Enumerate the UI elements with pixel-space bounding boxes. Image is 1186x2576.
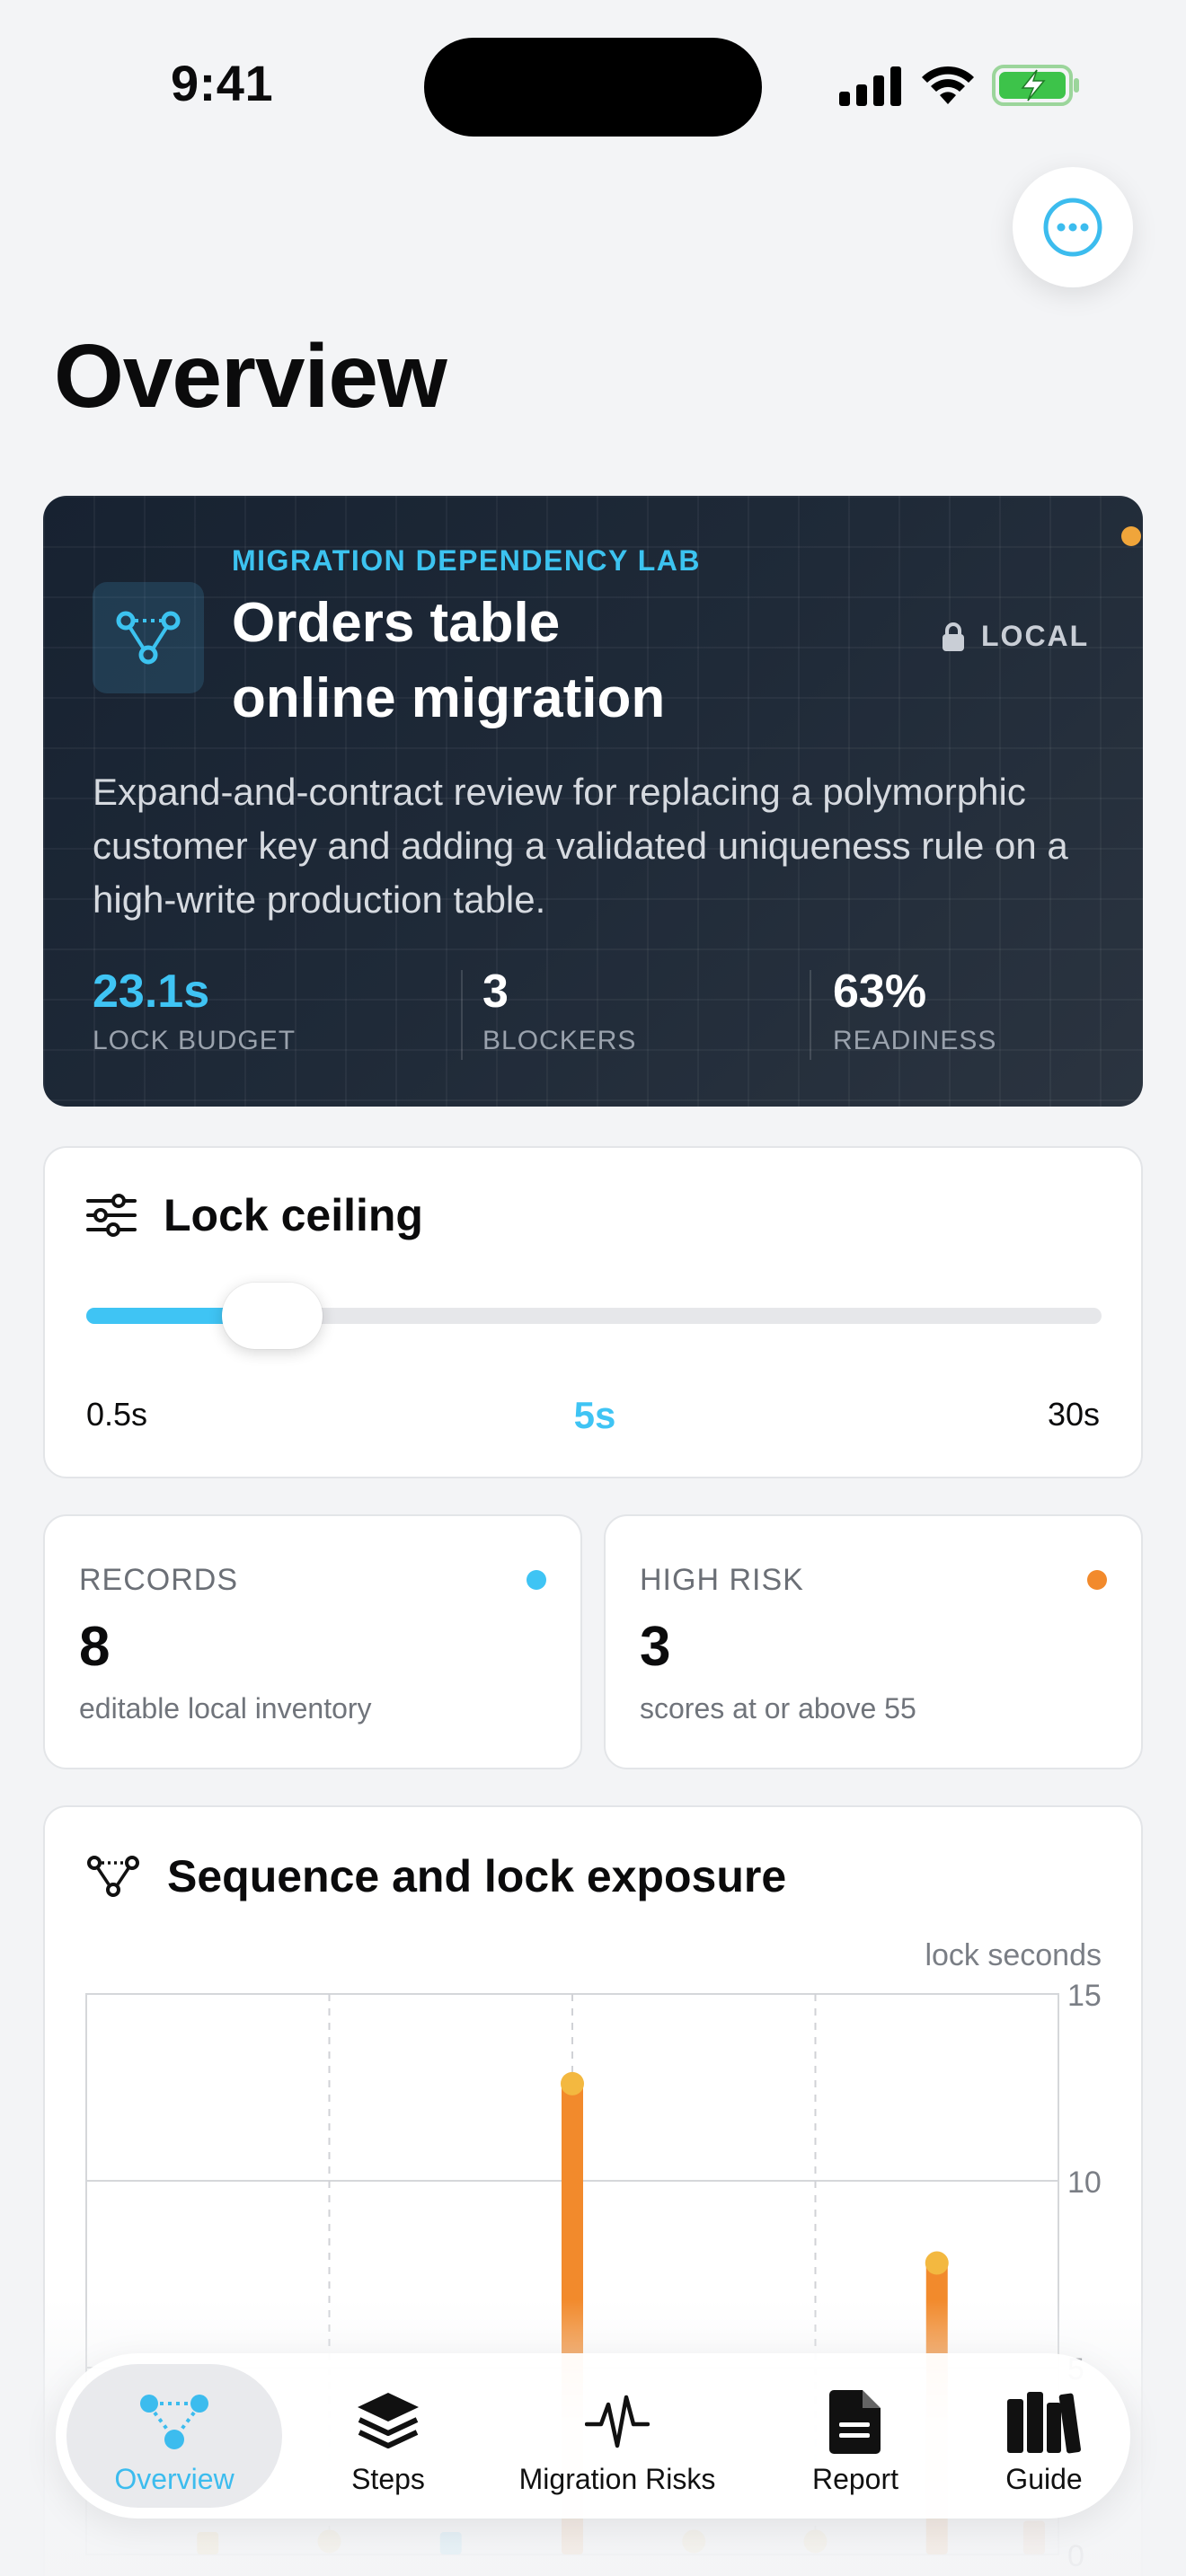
lock-ceiling-header: Lock ceiling	[86, 1189, 423, 1241]
hero-stats: 23.1s LOCK BUDGET 3 BLOCKERS 63% READINE…	[93, 963, 1099, 1062]
hero-description: Expand-and-contract review for replacing…	[93, 771, 1068, 921]
graph-nodes-icon	[140, 2395, 208, 2449]
tab-overview[interactable]: Overview	[66, 2364, 282, 2508]
hero-stat-value: 3	[482, 966, 509, 1018]
hero-status-dot	[1121, 526, 1141, 546]
lock-ceiling-card: Lock ceiling 0.5s 5s 30s	[43, 1146, 1143, 1478]
migration-hero-card: MIGRATION DEPENDENCY LAB Orders table on…	[43, 496, 1143, 1107]
metric-value: 3	[640, 1616, 671, 1678]
hero-stat-readiness: 63% READINESS	[833, 963, 996, 1062]
local-mode-badge: LOCAL	[942, 620, 1089, 653]
chart-y-tick-label: 10	[1067, 2166, 1102, 2200]
more-options-button[interactable]	[1013, 167, 1133, 287]
hero-stat-divider	[461, 970, 463, 1060]
hero-stat-blockers: 3 BLOCKERS	[482, 963, 636, 1062]
status-bar: 9:41	[0, 0, 1186, 162]
status-time: 9:41	[171, 55, 274, 111]
tab-icon-wrap	[354, 2389, 422, 2454]
records-metric-card[interactable]: RECORDS 8 editable local inventory	[43, 1514, 582, 1769]
pulse-icon	[585, 2395, 650, 2448]
tab-steps[interactable]: Steps	[298, 2364, 478, 2508]
hero-title: Orders table online migration	[232, 592, 666, 729]
tab-icon-wrap	[138, 2389, 210, 2454]
tab-icon-wrap	[585, 2389, 650, 2454]
lock-ceiling-title: Lock ceiling	[164, 1190, 423, 1240]
hero-stat-label: BLOCKERS	[482, 1026, 637, 1055]
tab-report[interactable]: Report	[766, 2364, 945, 2508]
hero-icon-tile	[93, 582, 204, 693]
wifi-icon	[922, 66, 974, 104]
hero-eyebrow: MIGRATION DEPENDENCY LAB	[232, 544, 701, 577]
chart-bar-cap	[925, 2251, 949, 2275]
slider-max-label: 30s	[1047, 1396, 1100, 1433]
page-title: Overview	[54, 326, 447, 427]
books-icon	[1007, 2392, 1081, 2454]
metric-indicator-dot	[527, 1570, 546, 1590]
chart-y-tick-label: 15	[1067, 1979, 1102, 2013]
tab-guide[interactable]: Guide	[954, 2364, 1134, 2508]
slider-value-label: 5s	[573, 1394, 616, 1436]
lock-ceiling-slider-thumb[interactable]	[222, 1283, 323, 1349]
tab-label: Report	[811, 2463, 899, 2495]
hero-stat-label: LOCK BUDGET	[93, 1026, 296, 1055]
layers-icon	[358, 2393, 419, 2448]
metric-indicator-dot	[1087, 1570, 1107, 1590]
hero-stat-value: 23.1s	[93, 966, 210, 1018]
tab-icon-wrap	[828, 2389, 882, 2454]
battery-charging-icon	[992, 65, 1079, 106]
local-mode-label: LOCAL	[981, 620, 1090, 652]
ellipsis-circle-icon	[1043, 198, 1102, 257]
metric-label: HIGH RISK	[640, 1563, 804, 1597]
status-icons	[839, 63, 1082, 110]
tab-migration-risks[interactable]: Migration Risks	[487, 2364, 748, 2508]
lock-icon	[943, 622, 964, 651]
high-risk-metric-card[interactable]: HIGH RISK 3 scores at or above 55	[604, 1514, 1143, 1769]
cellular-signal-icon	[839, 66, 901, 106]
document-icon	[829, 2390, 881, 2454]
hero-stat-lock-budget: 23.1s LOCK BUDGET	[93, 963, 296, 1062]
tab-label: Overview	[114, 2463, 235, 2495]
tab-label: Guide	[1005, 2463, 1083, 2495]
hero-stat-label: READINESS	[833, 1026, 997, 1055]
metric-value: 8	[79, 1616, 111, 1678]
sliders-icon	[86, 1194, 137, 1237]
tab-label: Steps	[351, 2463, 425, 2495]
hero-stat-value: 63%	[833, 966, 927, 1018]
metric-subtitle: editable local inventory	[79, 1692, 372, 1725]
metric-subtitle: scores at or above 55	[640, 1692, 916, 1725]
chart-bar-cap	[561, 2071, 584, 2095]
tab-icon-wrap	[1005, 2389, 1083, 2454]
graph-nodes-icon	[116, 611, 181, 665]
dynamic-island	[424, 38, 762, 137]
hero-stat-divider	[810, 970, 811, 1060]
metric-label: RECORDS	[79, 1563, 239, 1597]
tab-label: Migration Risks	[518, 2463, 716, 2495]
bottom-tab-bar: Overview Steps Migration Risks Report Gu…	[56, 2353, 1130, 2519]
